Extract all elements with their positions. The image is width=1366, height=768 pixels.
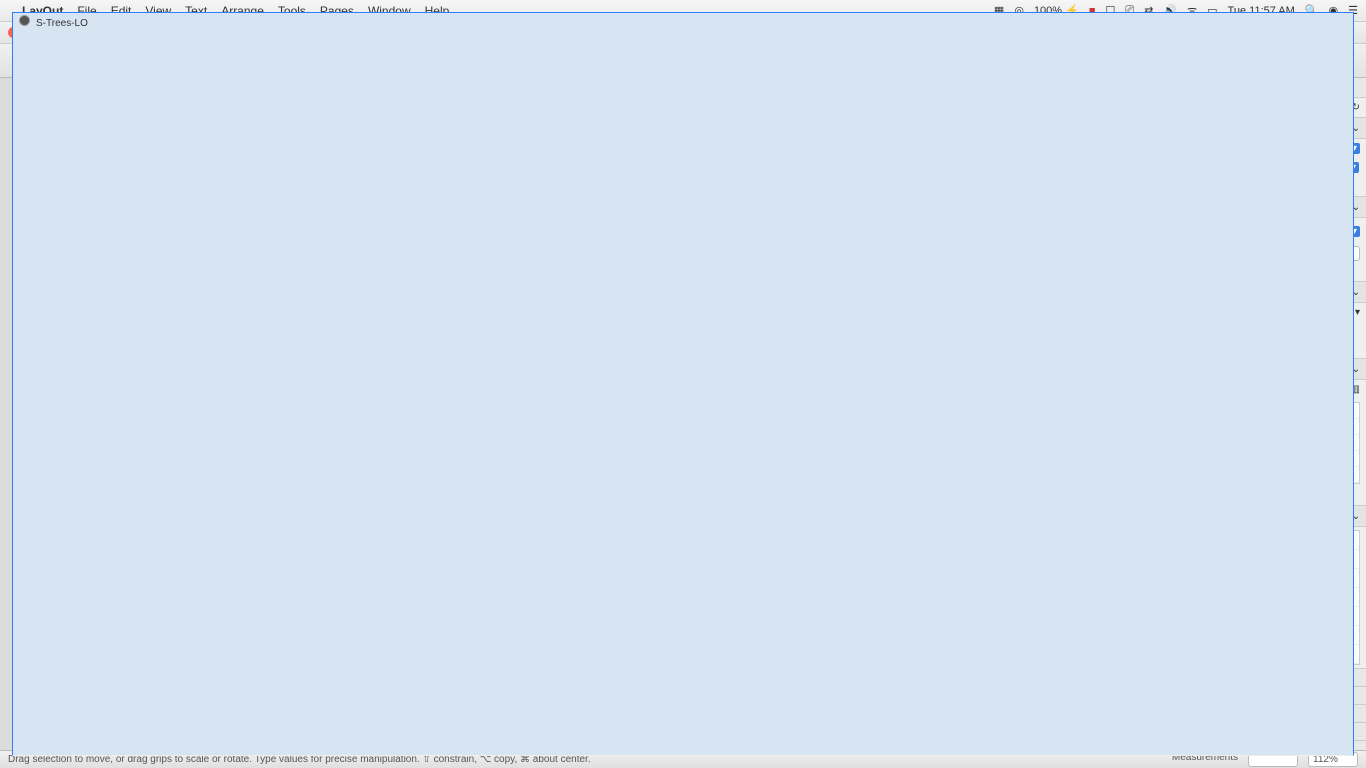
stepper-icon[interactable]: ▾	[1355, 307, 1360, 318]
tags-list[interactable]: S-EntourageS-LabelsS-TerrainS-Terrain-No…	[1187, 530, 1360, 665]
tag-item[interactable]: S-Trees-LO	[1180, 78, 1354, 750]
inspector-panel: SketchUp Model 2020_Content_Site_v7_forL…	[1180, 78, 1366, 750]
